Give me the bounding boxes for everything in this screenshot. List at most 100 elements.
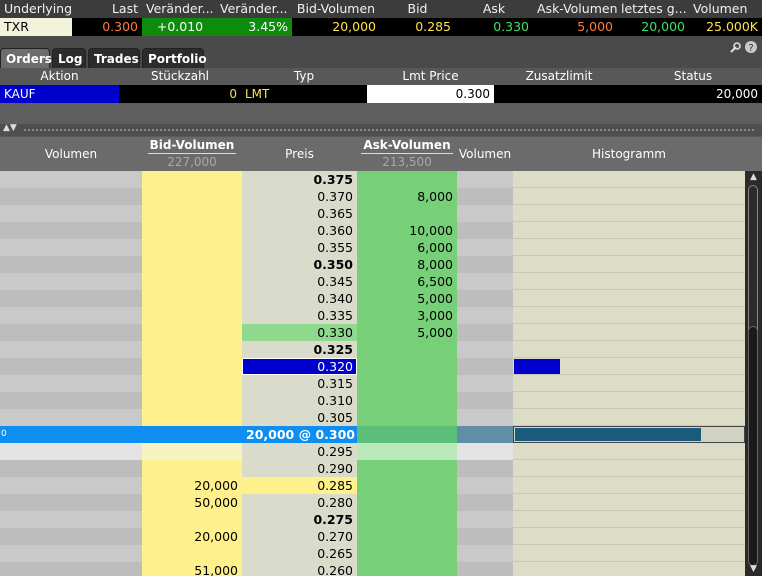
ask-volume-cell[interactable]	[357, 358, 457, 375]
ask-volume-cell[interactable]	[357, 171, 457, 188]
ask-volume-cell[interactable]	[357, 205, 457, 222]
ask-volume-cell[interactable]	[357, 341, 457, 358]
bid-volume-cell[interactable]	[142, 443, 242, 460]
price-cell[interactable]: 0.350	[242, 256, 357, 273]
bid-volume-cell[interactable]: 50,000	[142, 494, 242, 511]
col-bid-volumen[interactable]: Bid-Volumen 227,000	[142, 137, 242, 171]
volume-right-cell[interactable]	[457, 324, 513, 341]
tab-trades[interactable]: Trades	[88, 48, 140, 68]
ask-volume-cell[interactable]	[357, 392, 457, 409]
order-zusatzlimit[interactable]	[494, 85, 624, 103]
price-cell[interactable]: 0.290	[242, 460, 357, 477]
ladder-row[interactable]: 0.355 6,000	[0, 239, 762, 256]
ladder-row[interactable]: 0.295	[0, 443, 762, 460]
col-preis[interactable]: Preis	[242, 137, 357, 171]
volume-left-cell[interactable]	[0, 341, 142, 358]
price-cell[interactable]: 0.360	[242, 222, 357, 239]
col-typ[interactable]: Typ	[241, 68, 367, 85]
help-icon[interactable]: ?	[744, 40, 758, 54]
volume-left-cell[interactable]	[0, 545, 142, 562]
ask-volume-cell[interactable]	[357, 477, 457, 494]
ladder-row[interactable]: 0.350 8,000	[0, 256, 762, 273]
volume-left-cell[interactable]	[0, 443, 142, 460]
ladder-row[interactable]: 0.335 3,000	[0, 307, 762, 324]
tab-log[interactable]: Log	[52, 48, 86, 68]
ladder-row[interactable]: 0.370 8,000	[0, 188, 762, 205]
bid-volume-cell[interactable]	[142, 307, 242, 324]
bid-volume-cell[interactable]: 20,000	[142, 528, 242, 545]
ladder-row[interactable]: 0.375	[0, 171, 762, 188]
col-change-pct[interactable]: Veränder...	[216, 0, 292, 18]
price-cell[interactable]: 0.345	[242, 273, 357, 290]
bid-volume-cell[interactable]	[142, 426, 242, 443]
ask-volume-cell[interactable]: 6,500	[357, 273, 457, 290]
vertical-scrollbar[interactable]: ▲ ▼	[745, 171, 762, 576]
volume-right-cell[interactable]	[457, 477, 513, 494]
volume-left-cell[interactable]	[0, 324, 142, 341]
splitter-grip[interactable]	[24, 129, 754, 131]
ladder-row[interactable]: 0.305	[0, 409, 762, 426]
volume-left-cell[interactable]	[0, 511, 142, 528]
volume-right-cell[interactable]	[457, 290, 513, 307]
volume-left-cell[interactable]	[0, 256, 142, 273]
bid-volume-cell[interactable]	[142, 324, 242, 341]
price-cell[interactable]: 0.295	[242, 443, 357, 460]
ask-volume-cell[interactable]	[357, 460, 457, 477]
price-cell[interactable]: 0.355	[242, 239, 357, 256]
tab-orders[interactable]: Orders	[0, 48, 52, 68]
ladder-row[interactable]: 0.315	[0, 375, 762, 392]
col-last[interactable]: Last	[75, 0, 142, 18]
ladder-row[interactable]: 0.365	[0, 205, 762, 222]
price-cell[interactable]: 20,000 @ 0.300	[242, 426, 357, 443]
ask-volume-cell[interactable]: 5,000	[357, 290, 457, 307]
col-ask-volume[interactable]: Ask-Volumen	[533, 0, 621, 18]
col-aktion[interactable]: Aktion	[0, 68, 119, 85]
col-zusatzlimit[interactable]: Zusatzlimit	[494, 68, 624, 85]
bid-volume-cell[interactable]	[142, 171, 242, 188]
bid-volume-cell[interactable]	[142, 290, 242, 307]
bid-volume-cell[interactable]	[142, 375, 242, 392]
col-volumen-left[interactable]: Volumen	[0, 137, 142, 171]
col-volumen-right[interactable]: Volumen	[457, 137, 513, 171]
volume-right-cell[interactable]	[457, 409, 513, 426]
col-status[interactable]: Status	[624, 68, 762, 85]
ask-volume-cell[interactable]	[357, 545, 457, 562]
ask-volume-cell[interactable]: 8,000	[357, 256, 457, 273]
bid-volume-cell[interactable]	[142, 409, 242, 426]
price-cell[interactable]: 0.365	[242, 205, 357, 222]
price-cell[interactable]: 0.335	[242, 307, 357, 324]
bid-volume-cell[interactable]: 20,000	[142, 477, 242, 494]
volume-right-cell[interactable]	[457, 205, 513, 222]
volume-left-cell[interactable]	[0, 188, 142, 205]
bid-volume-cell[interactable]	[142, 511, 242, 528]
order-lmt-price[interactable]: 0.300	[367, 85, 494, 103]
volume-left-cell[interactable]	[0, 477, 142, 494]
bid-volume-cell[interactable]	[142, 460, 242, 477]
col-histogramm[interactable]: Histogramm	[513, 137, 745, 171]
scrollbar-thumb[interactable]	[748, 326, 758, 566]
volume-left-cell[interactable]	[0, 375, 142, 392]
order-qty[interactable]: 0	[119, 85, 241, 103]
price-cell[interactable]: 0.260	[242, 562, 357, 576]
ladder-row[interactable]: 0.360 10,000	[0, 222, 762, 239]
volume-right-cell[interactable]	[457, 562, 513, 576]
price-cell[interactable]: 0.285	[242, 477, 357, 494]
ladder-row[interactable]: 0.275	[0, 511, 762, 528]
ask-volume-cell[interactable]	[357, 426, 457, 443]
price-cell[interactable]: 0.280	[242, 494, 357, 511]
ladder-row[interactable]: 0.325	[0, 341, 762, 358]
col-last-size[interactable]: letztes g...	[617, 0, 689, 18]
ask-volume-cell[interactable]: 6,000	[357, 239, 457, 256]
price-cell[interactable]: 0.330	[242, 324, 357, 341]
volume-right-cell[interactable]	[457, 239, 513, 256]
price-cell[interactable]: 0.305	[242, 409, 357, 426]
order-row[interactable]: KAUF 0 LMT 0.300 20,000	[0, 85, 762, 103]
volume-right-cell[interactable]	[457, 273, 513, 290]
volume-right-cell[interactable]	[457, 443, 513, 460]
volume-right-cell[interactable]	[457, 528, 513, 545]
bid-volume-cell[interactable]	[142, 222, 242, 239]
ask-volume-cell[interactable]: 3,000	[357, 307, 457, 324]
volume-left-cell[interactable]	[0, 307, 142, 324]
collapse-arrows-icon[interactable]: ▲▼	[3, 123, 17, 133]
ask-volume-cell[interactable]: 8,000	[357, 188, 457, 205]
